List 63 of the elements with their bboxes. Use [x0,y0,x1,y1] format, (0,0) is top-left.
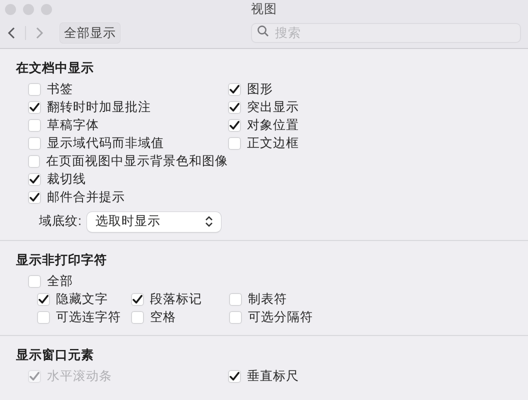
checkbox-label: 段落标记 [150,291,202,308]
checkbox[interactable] [37,311,50,324]
search-icon [257,25,269,37]
checkbox-label: 邮件合并提示 [47,189,125,206]
checkmark-icon [29,192,40,204]
checkbox-label: 可选连字符 [56,309,121,326]
forward-icon[interactable] [34,26,44,40]
checkbox[interactable] [228,101,241,114]
checkbox-label: 正文边框 [247,135,299,152]
shading-dropdown[interactable]: 选取时显示 [87,212,222,232]
checkbox-label: 空格 [150,309,176,326]
checkbox-label: 图形 [247,81,273,98]
checkbox[interactable] [228,137,241,150]
up-down-chevron-icon [205,216,214,228]
show-all-button[interactable]: 全部显示 [60,23,120,43]
window-control-icon[interactable] [5,4,16,14]
window-title: 视图 [251,0,277,18]
checkbox-label: 书签 [47,81,73,98]
window-control-icon[interactable] [41,4,52,14]
checkbox[interactable] [28,191,41,204]
checkbox-label: 全部 [47,273,73,290]
checkmark-icon [29,102,40,114]
checkbox[interactable] [28,155,40,168]
checkmark-icon [229,370,240,382]
checkbox[interactable] [228,83,241,96]
field-label: 域底纹: [39,213,82,230]
checkbox-label: 制表符 [248,291,287,308]
checkbox[interactable] [28,83,41,96]
checkbox[interactable] [28,275,41,288]
checkbox[interactable] [28,101,41,114]
checkbox[interactable] [28,119,41,132]
checkmark-icon [229,120,240,132]
section-heading: 在文档中显示 [16,60,95,77]
checkbox[interactable] [131,293,144,306]
checkmark-icon [229,84,240,96]
checkbox-label: 垂直标尺 [247,368,299,385]
checkbox-label: 裁切线 [47,171,86,188]
window-control-icon[interactable] [23,4,34,14]
checkbox-label: 翻转时时加显批注 [47,99,151,116]
checkmark-icon [38,294,49,305]
checkbox[interactable] [131,311,144,324]
checkbox[interactable] [37,293,50,306]
checkbox-label: 草稿字体 [47,117,99,134]
section-heading: 显示非打印字符 [16,252,108,269]
checkmark-icon [29,370,40,382]
checkbox[interactable] [28,173,41,186]
checkbox[interactable] [229,311,242,324]
checkmark-icon [29,174,40,186]
checkbox[interactable] [228,370,241,383]
checkmark-icon [229,102,240,114]
checkbox-label: 隐藏文字 [56,291,108,308]
checkbox-label: 显示域代码而非域值 [47,135,164,152]
checkbox[interactable] [28,137,41,150]
section-heading: 显示窗口元素 [16,346,95,364]
checkbox[interactable] [229,293,242,306]
checkbox-label: 突出显示 [247,99,299,116]
checkmark-icon [132,294,143,305]
checkbox-label: 可选分隔符 [248,309,313,326]
checkbox[interactable] [228,119,241,132]
checkbox-label: 对象位置 [247,117,299,134]
checkbox-label: 水平滚动条 [47,368,112,385]
back-icon[interactable] [7,26,17,40]
checkbox-label: 在页面视图中显示背景色和图像 [46,153,228,170]
